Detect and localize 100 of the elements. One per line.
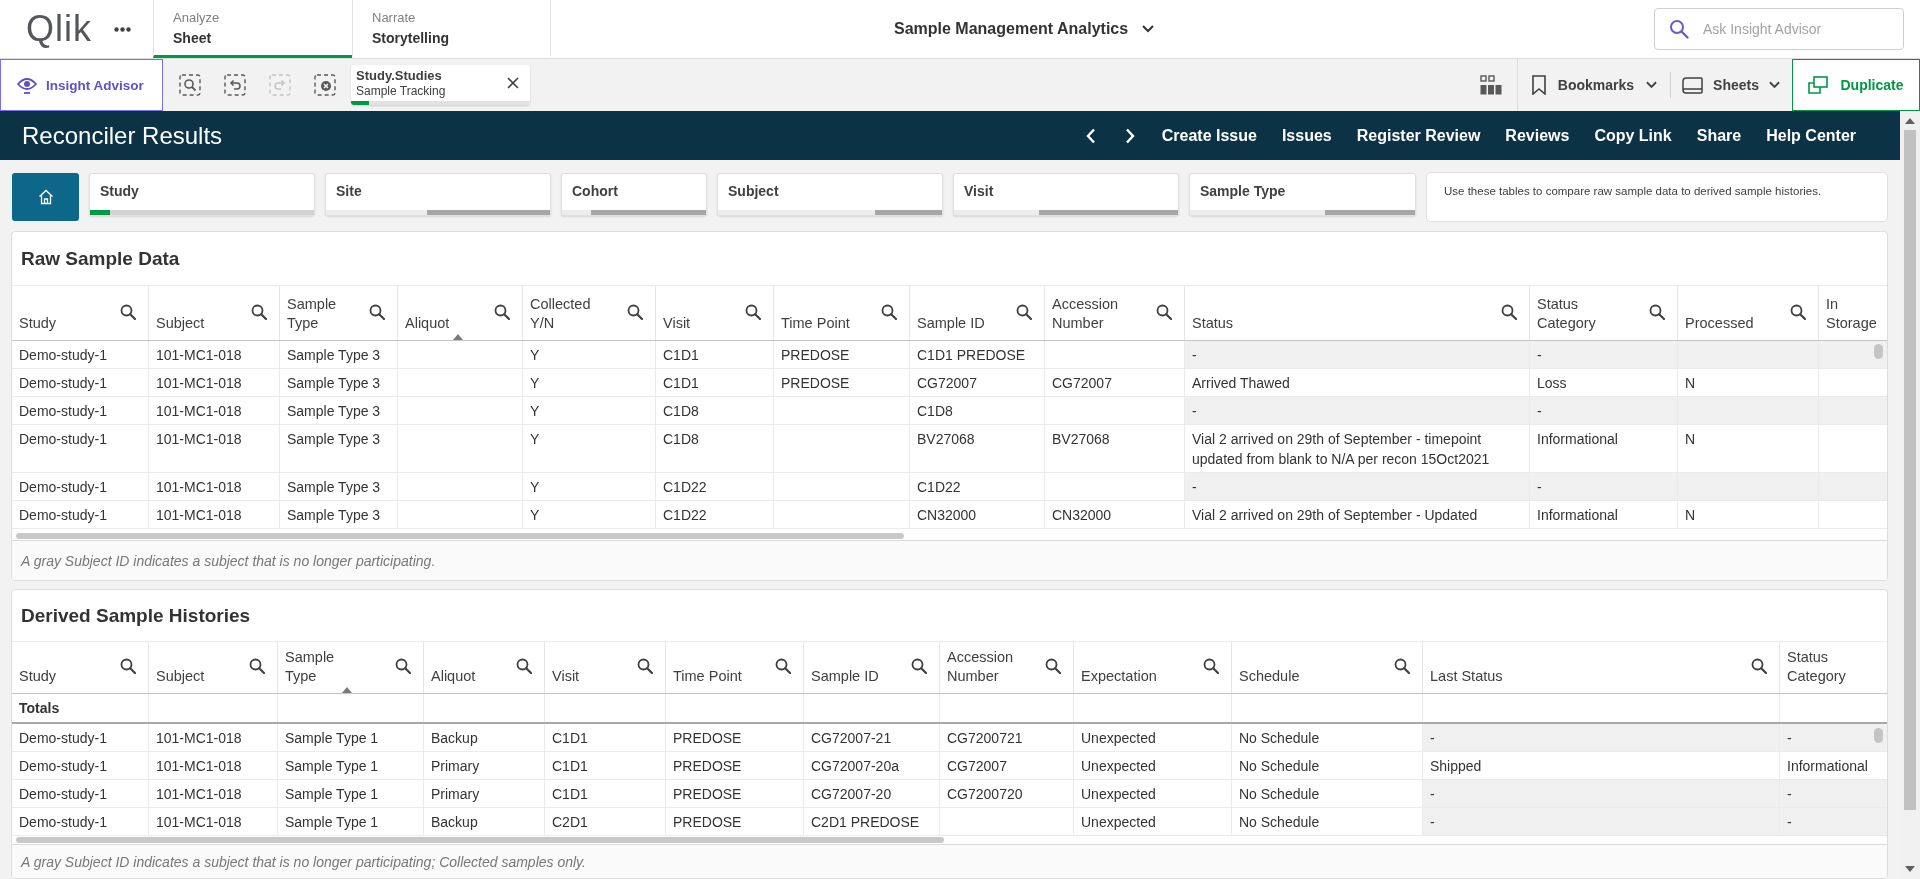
- header-link[interactable]: Copy Link: [1594, 126, 1672, 145]
- column-header[interactable]: Aliquot: [424, 642, 545, 693]
- table-cell: Y: [523, 341, 656, 368]
- search-icon[interactable]: [627, 303, 643, 320]
- column-header[interactable]: Time Point: [774, 286, 910, 340]
- search-icon[interactable]: [1045, 658, 1061, 674]
- scrollbar-thumb[interactable]: [1904, 130, 1916, 810]
- panel-title: Derived Sample Histories: [20, 603, 252, 628]
- search-icon[interactable]: [516, 658, 532, 674]
- column-header[interactable]: Expectation: [1074, 642, 1232, 693]
- duplicate-button[interactable]: Duplicate: [1792, 59, 1920, 111]
- search-icon[interactable]: [745, 303, 761, 320]
- table-cell: N: [1678, 501, 1819, 528]
- column-header[interactable]: Sample ID: [910, 286, 1045, 340]
- search-icon[interactable]: [1649, 303, 1665, 320]
- search-icon[interactable]: [1751, 658, 1767, 674]
- table-cell: 101-MC1-018: [149, 425, 280, 472]
- header-link[interactable]: Reviews: [1505, 126, 1570, 145]
- table-cell: Shipped: [1423, 752, 1780, 779]
- search-icon[interactable]: [179, 74, 201, 96]
- header-link[interactable]: Issues: [1281, 126, 1332, 145]
- table-cell: C1D1: [656, 369, 774, 396]
- search-field[interactable]: Ask Insight Advisor: [1654, 8, 1904, 50]
- search-icon[interactable]: [1394, 658, 1410, 674]
- column-header[interactable]: Visit: [656, 286, 774, 340]
- search-icon[interactable]: [1156, 303, 1172, 320]
- chevron-right-icon[interactable]: [1124, 127, 1135, 144]
- column-header[interactable]: Study: [12, 642, 149, 693]
- header-link[interactable]: Register Review: [1356, 126, 1481, 145]
- search-icon[interactable]: [1790, 303, 1806, 320]
- filter-box[interactable]: Study: [89, 173, 315, 216]
- column-header[interactable]: Status: [1185, 286, 1530, 340]
- column-header[interactable]: Sample Type: [280, 286, 398, 340]
- scrollbar-thumb[interactable]: [16, 837, 944, 843]
- filter-box[interactable]: Sample Type: [1189, 173, 1416, 216]
- app-title-dropdown[interactable]: Sample Management Analytics: [894, 20, 1155, 38]
- home-button[interactable]: [12, 173, 79, 221]
- search-icon[interactable]: [369, 303, 385, 320]
- table-cell: -: [1185, 397, 1530, 424]
- column-header[interactable]: Status Category: [1530, 286, 1678, 340]
- search-icon[interactable]: [120, 658, 136, 674]
- search-icon[interactable]: [637, 658, 653, 674]
- scroll-up-icon[interactable]: [1905, 118, 1915, 124]
- search-icon[interactable]: [881, 303, 897, 320]
- header-link[interactable]: Share: [1696, 126, 1742, 145]
- column-header[interactable]: Subject: [149, 642, 278, 693]
- column-header[interactable]: Last Status: [1423, 642, 1780, 693]
- column-header[interactable]: Sample ID: [804, 642, 940, 693]
- clear-icon[interactable]: [314, 74, 336, 96]
- filter-box[interactable]: Visit: [953, 173, 1179, 216]
- table-cell: C1D1: [545, 724, 666, 751]
- filter-box[interactable]: Cohort: [561, 173, 707, 216]
- search-icon: [1669, 19, 1689, 39]
- selection-chip[interactable]: Study.Studies Sample Tracking: [351, 65, 530, 105]
- search-icon[interactable]: [1203, 658, 1219, 674]
- column-header[interactable]: Visit: [545, 642, 666, 693]
- search-icon[interactable]: [911, 658, 927, 674]
- close-icon[interactable]: [507, 77, 519, 89]
- column-header[interactable]: Status Category: [1780, 642, 1887, 693]
- insight-advisor-button[interactable]: Insight Advisor: [0, 59, 163, 111]
- column-header[interactable]: Collected Y/N: [523, 286, 656, 340]
- scroll-down-icon[interactable]: [1905, 866, 1915, 872]
- column-header[interactable]: Aliquot: [398, 286, 523, 340]
- scrollbar-thumb[interactable]: [1874, 728, 1883, 743]
- header-link[interactable]: Create Issue: [1161, 126, 1257, 145]
- column-header[interactable]: Sample Type: [278, 642, 424, 693]
- table-cell: -: [1780, 724, 1887, 751]
- more-icon[interactable]: [114, 26, 131, 32]
- table-cell: -: [1185, 473, 1530, 500]
- scrollbar-thumb[interactable]: [16, 533, 904, 539]
- column-header[interactable]: Subject: [149, 286, 280, 340]
- scrollbar-thumb[interactable]: [1874, 344, 1883, 359]
- search-icon[interactable]: [251, 303, 267, 320]
- table-cell: Informational: [1530, 501, 1678, 528]
- chevron-left-icon[interactable]: [1085, 127, 1096, 144]
- column-header[interactable]: Accession Number: [940, 642, 1074, 693]
- search-icon[interactable]: [249, 658, 265, 674]
- column-header[interactable]: Processed: [1678, 286, 1819, 340]
- table-cell: Demo-study-1: [12, 501, 149, 528]
- search-icon[interactable]: [120, 303, 136, 320]
- search-icon[interactable]: [395, 658, 411, 674]
- filter-box[interactable]: Site: [325, 173, 551, 216]
- sheets-button[interactable]: Sheets: [1671, 59, 1792, 111]
- column-header[interactable]: In Storage: [1819, 286, 1887, 340]
- column-header[interactable]: Time Point: [666, 642, 804, 693]
- header-link[interactable]: Help Center: [1766, 126, 1856, 145]
- tab[interactable]: Narrate Storytelling: [352, 0, 551, 58]
- table-cell: -: [1530, 397, 1678, 424]
- search-icon[interactable]: [1016, 303, 1032, 320]
- table-cell: 101-MC1-018: [149, 501, 280, 528]
- grid-icon[interactable]: [1479, 75, 1502, 95]
- search-icon[interactable]: [1501, 303, 1517, 320]
- search-icon[interactable]: [494, 303, 510, 320]
- search-icon[interactable]: [775, 658, 791, 674]
- table-cell: PREDOSE: [666, 780, 804, 807]
- column-header[interactable]: Study: [12, 286, 149, 340]
- chevron-down-icon: [1646, 81, 1658, 89]
- column-header[interactable]: Accession Number: [1045, 286, 1185, 340]
- column-header[interactable]: Schedule: [1232, 642, 1423, 693]
- filter-box[interactable]: Subject: [717, 173, 943, 216]
